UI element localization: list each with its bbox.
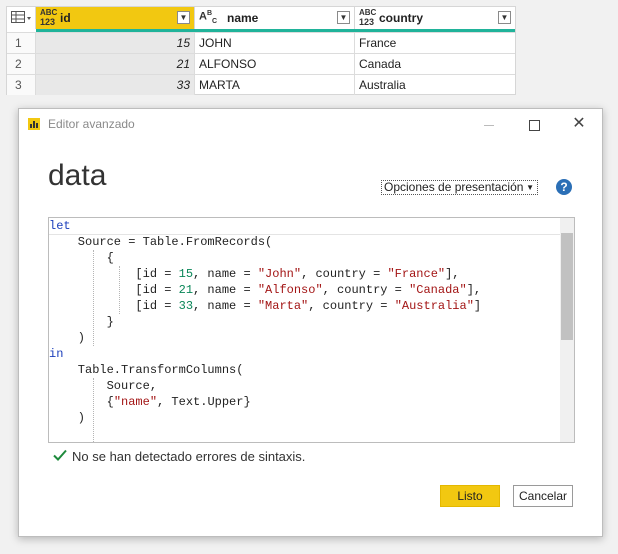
maximize-icon (528, 119, 540, 131)
code-line: { (49, 251, 114, 265)
grid-header: ABC 123 id ▼ ABC name ▼ ABC 123 country … (7, 7, 515, 29)
column-header-id[interactable]: ABC 123 id ▼ (36, 7, 195, 29)
column-name-name: name (227, 11, 259, 25)
cell-id[interactable]: 33 (36, 75, 195, 95)
code-line: Source, (49, 379, 158, 393)
cell-country[interactable]: Australia (355, 75, 515, 95)
column-header-name[interactable]: ABC name ▼ (195, 7, 355, 29)
view-options-label: Opciones de presentación (384, 180, 524, 194)
cell-country[interactable]: Canada (355, 54, 515, 74)
view-options-dropdown[interactable]: Opciones de presentación ▼ (381, 180, 538, 195)
filter-dropdown-country[interactable]: ▼ (498, 11, 511, 24)
code-line: ) (49, 331, 86, 345)
table-row[interactable]: 1 15 JOHN France (7, 32, 515, 53)
type-any-icon: ABC 123 (359, 8, 377, 28)
code-line: [id = 33, name = "Marta", country = "Aus… (49, 299, 482, 313)
chevron-down-icon: ▼ (526, 183, 534, 192)
column-name-id: id (60, 11, 71, 25)
cell-country[interactable]: France (355, 33, 515, 53)
close-button[interactable]: ✕ (567, 113, 591, 135)
data-grid: ABC 123 id ▼ ABC name ▼ ABC 123 country … (6, 6, 516, 95)
code-line: [id = 15, name = "John", country = "Fran… (49, 267, 460, 281)
code-line: {"name", Text.Upper} (49, 395, 251, 409)
row-number: 2 (7, 54, 36, 74)
checkmark-icon (53, 449, 67, 461)
power-bi-icon (28, 118, 40, 130)
table-menu-button[interactable] (7, 7, 36, 29)
table-row[interactable]: 2 21 ALFONSO Canada (7, 53, 515, 74)
vertical-scrollbar[interactable] (560, 218, 574, 442)
code-line: in (49, 347, 64, 361)
code-line: } (49, 315, 114, 329)
cell-id[interactable]: 21 (36, 54, 195, 74)
query-name: data (48, 159, 107, 192)
code-area[interactable]: let Source = Table.FromRecords( { [id = … (49, 218, 560, 442)
row-number: 1 (7, 33, 36, 53)
minimize-button[interactable] (477, 113, 501, 135)
code-line: ) (49, 411, 86, 425)
cell-id[interactable]: 15 (36, 33, 195, 53)
table-row[interactable]: 3 33 MARTA Australia (7, 74, 515, 95)
maximize-button[interactable] (522, 113, 546, 135)
cell-name[interactable]: ALFONSO (195, 54, 355, 74)
type-any-icon: ABC 123 (40, 8, 58, 28)
syntax-status: No se han detectado errores de sintaxis. (72, 449, 306, 464)
advanced-editor-dialog: Editor avanzado ✕ data Opciones de prese… (18, 108, 603, 537)
filter-dropdown-name[interactable]: ▼ (337, 11, 350, 24)
close-icon: ✕ (572, 115, 586, 132)
minimize-icon (484, 124, 494, 126)
row-number: 3 (7, 75, 36, 95)
code-line: Source = Table.FromRecords( (49, 235, 273, 249)
title-bar[interactable]: Editor avanzado ✕ (19, 109, 602, 139)
table-icon (11, 11, 31, 23)
done-button[interactable]: Listo (440, 485, 500, 507)
filter-dropdown-id[interactable]: ▼ (177, 11, 190, 24)
code-line: Table.TransformColumns( (49, 363, 244, 377)
type-text-icon: ABC (199, 10, 218, 25)
code-line: let (49, 218, 560, 235)
column-name-country: country (379, 11, 424, 25)
cell-name[interactable]: JOHN (195, 33, 355, 53)
code-line: [id = 21, name = "Alfonso", country = "C… (49, 283, 482, 297)
help-icon[interactable]: ? (556, 179, 572, 195)
cancel-button[interactable]: Cancelar (513, 485, 573, 507)
scrollbar-thumb[interactable] (561, 233, 573, 340)
code-editor[interactable]: let Source = Table.FromRecords( { [id = … (48, 217, 575, 443)
column-header-country[interactable]: ABC 123 country ▼ (355, 7, 515, 29)
cell-name[interactable]: MARTA (195, 75, 355, 95)
window-title: Editor avanzado (48, 117, 135, 131)
